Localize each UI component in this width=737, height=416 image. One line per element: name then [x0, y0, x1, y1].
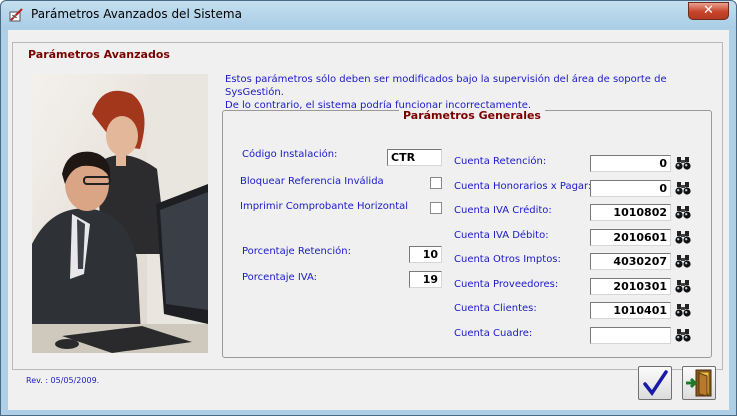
bloquear-referencia-checkbox[interactable]: [430, 177, 442, 189]
imprimir-comprobante-checkbox[interactable]: [430, 202, 442, 214]
general-params-group: Parámetros Generales Código Instalación:…: [222, 109, 712, 358]
codigo-instalacion-label: Código Instalación:: [242, 149, 338, 160]
porcentaje-retencion-label: Porcentaje Retención:: [242, 246, 351, 257]
porcentaje-retencion-field[interactable]: 10: [409, 246, 442, 263]
binoculars-icon[interactable]: [675, 156, 691, 171]
cuenta-field[interactable]: 2010301: [590, 277, 671, 295]
cuenta-field[interactable]: 0: [590, 179, 671, 197]
cuenta-label: Cuenta Otros Imptos:: [454, 254, 561, 265]
cuenta-label: Cuenta Honorarios x Pagar:: [454, 180, 592, 192]
accept-button[interactable]: [638, 366, 672, 400]
cuenta-field[interactable]: 1010802: [590, 204, 671, 221]
app-icon: [9, 8, 23, 22]
cuenta-field[interactable]: 2010601: [590, 228, 671, 246]
group-title: Parámetros Avanzados: [25, 48, 173, 61]
binoculars-icon[interactable]: [675, 181, 691, 196]
exit-button[interactable]: [682, 366, 716, 400]
close-button[interactable]: ✕: [688, 2, 729, 20]
bloquear-referencia-label: Bloquear Referencia Inválida: [240, 176, 384, 187]
cuenta-field[interactable]: 1010401: [590, 302, 671, 319]
cuenta-label: Cuenta IVA Débito:: [454, 229, 549, 241]
warning-line-1: Estos parámetros sólo deben ser modifica…: [225, 74, 667, 98]
binoculars-icon[interactable]: [675, 205, 691, 220]
general-params-title: Parámetros Generales: [399, 109, 545, 122]
porcentaje-iva-field[interactable]: 19: [409, 271, 442, 288]
porcentaje-iva-label: Porcentaje IVA:: [242, 272, 318, 283]
dialog-body: Parámetros Avanzados Estos parámetros só…: [8, 30, 729, 410]
title-bar[interactable]: Parámetros Avanzados del Sistema ✕: [1, 1, 736, 29]
binoculars-icon[interactable]: [675, 328, 691, 343]
codigo-instalacion-field[interactable]: CTR: [387, 149, 442, 166]
dialog-window: Parámetros Avanzados del Sistema ✕ Parám…: [0, 0, 737, 416]
revision-label: Rev. : 05/05/2009.: [26, 376, 100, 385]
cuenta-field[interactable]: 0: [590, 155, 671, 172]
cuenta-field[interactable]: 4030207: [590, 253, 671, 270]
cuenta-field[interactable]: [590, 326, 671, 344]
binoculars-icon[interactable]: [675, 303, 691, 318]
cuenta-label: Cuenta Clientes:: [454, 303, 537, 314]
office-photo: [32, 74, 208, 353]
binoculars-icon[interactable]: [675, 254, 691, 269]
cuenta-label: Cuenta Retención:: [454, 156, 547, 167]
checkmark-icon: [643, 370, 668, 396]
cuenta-label: Cuenta Proveedores:: [454, 278, 559, 290]
advanced-params-group: Parámetros Avanzados Estos parámetros só…: [12, 42, 723, 385]
binoculars-icon[interactable]: [675, 279, 691, 294]
warning-text: Estos parámetros sólo deben ser modifica…: [225, 73, 715, 112]
window-title: Parámetros Avanzados del Sistema: [31, 7, 242, 21]
cuenta-label: Cuenta IVA Crédito:: [454, 205, 552, 216]
binoculars-icon[interactable]: [675, 230, 691, 245]
exit-door-icon: [686, 369, 712, 397]
cuenta-label: Cuenta Cuadre:: [454, 327, 533, 339]
imprimir-comprobante-label: Imprimir Comprobante Horizontal: [240, 201, 409, 212]
